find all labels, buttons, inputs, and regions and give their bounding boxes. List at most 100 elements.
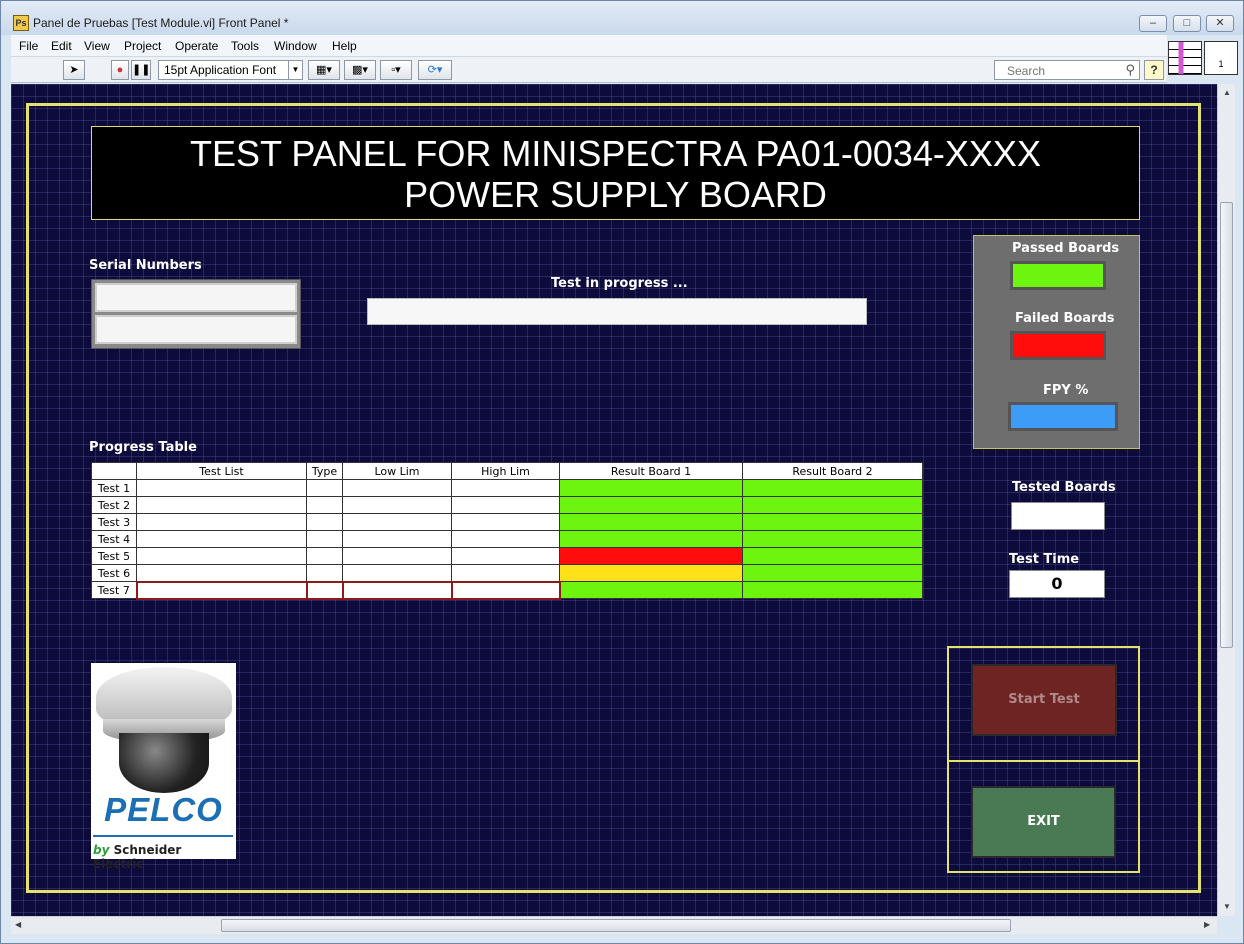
row-header: Test 3 [91, 513, 137, 531]
start-test-button[interactable]: Start Test [971, 664, 1117, 736]
table-cell[interactable] [135, 580, 308, 600]
result-cell [742, 547, 923, 565]
menu-file[interactable]: File [19, 39, 38, 53]
table-cell[interactable] [342, 479, 452, 497]
table-cell[interactable] [342, 513, 452, 531]
fpy-indicator [1008, 402, 1118, 431]
exit-button[interactable]: EXIT [971, 786, 1116, 858]
scroll-left-icon[interactable]: ◀ [15, 920, 21, 929]
scroll-right-icon[interactable]: ▶ [1204, 920, 1210, 929]
reorder-icon[interactable]: ⟳▾ [418, 60, 452, 80]
table-cell[interactable] [451, 479, 560, 497]
scroll-down-icon[interactable]: ▼ [1223, 902, 1231, 911]
title-bar[interactable]: Ps Panel de Pruebas [Test Module.vi] Fro… [1, 1, 1243, 35]
table-cell[interactable] [306, 547, 343, 565]
pelco-brand: PELCO [104, 791, 223, 828]
table-cell[interactable] [306, 479, 343, 497]
table-cell[interactable] [451, 496, 560, 514]
table-row[interactable]: Test 2 [91, 496, 923, 514]
pelco-logo: PELCO by Schneider Electric [91, 663, 236, 871]
table-row[interactable]: Test 5 [91, 547, 923, 565]
vertical-scroll-thumb[interactable] [1220, 202, 1233, 648]
page-title: TEST PANEL FOR MINISPECTRA PA01-0034-XXX… [91, 126, 1140, 220]
menu-window[interactable]: Window [274, 39, 317, 53]
menu-project[interactable]: Project [124, 39, 161, 53]
table-cell[interactable] [342, 547, 452, 565]
tested-boards-indicator [1011, 502, 1105, 530]
fpy-label: FPY % [1043, 383, 1089, 398]
menu-bar: File Edit View Project Operate Tools Win… [11, 35, 1167, 57]
table-cell[interactable] [342, 564, 452, 582]
table-row[interactable]: Test 4 [91, 530, 923, 548]
table-cell[interactable] [451, 530, 560, 548]
row-header: Test 6 [91, 564, 137, 582]
table-row[interactable]: Test 1 [91, 479, 923, 497]
table-cell[interactable] [451, 564, 560, 582]
table-row[interactable]: Test 3 [91, 513, 923, 531]
table-cell[interactable] [306, 530, 343, 548]
table-cell[interactable] [136, 479, 307, 497]
vi-icon[interactable]: 1 [1204, 41, 1238, 75]
context-help-button[interactable]: ? [1144, 60, 1164, 80]
table-row[interactable]: Test 6 [91, 564, 923, 582]
scroll-up-icon[interactable]: ▲ [1223, 88, 1231, 97]
serial-number-field-1[interactable] [95, 283, 297, 312]
result-cell [559, 564, 743, 582]
font-select[interactable]: 15pt Application Font ▼ [158, 60, 303, 80]
search-box[interactable]: ⚲ [994, 60, 1140, 80]
column-header-result-board-2: Result Board 2 [742, 462, 923, 480]
connector-pane-icon[interactable] [1168, 41, 1202, 75]
progress-table[interactable]: Test List Type Low Lim High Lim Result B… [91, 462, 923, 600]
close-button[interactable]: ✕ [1206, 15, 1234, 32]
toolbar: ➤ ● ❚❚ 15pt Application Font ▼ ▦▾ ▩▾ ▫▾ … [11, 57, 1167, 83]
align-objects-icon[interactable]: ▦▾ [308, 60, 340, 80]
table-cell[interactable] [136, 564, 307, 582]
table-header-row: Test List Type Low Lim High Lim Result B… [91, 462, 923, 480]
table-cell[interactable] [341, 580, 453, 600]
run-arrow-icon[interactable]: ➤ [63, 60, 85, 80]
horizontal-scrollbar[interactable]: ◀ ▶ [11, 916, 1217, 934]
result-cell [742, 530, 923, 548]
result-cell [559, 496, 743, 514]
maximize-button[interactable]: □ [1173, 15, 1201, 32]
table-cell[interactable] [450, 580, 561, 600]
table-cell[interactable] [136, 513, 307, 531]
resize-objects-icon[interactable]: ▫▾ [380, 60, 412, 80]
table-cell[interactable] [306, 564, 343, 582]
minimize-button[interactable]: – [1139, 15, 1167, 32]
search-input[interactable] [1007, 63, 1117, 78]
table-cell[interactable] [451, 547, 560, 565]
vertical-scrollbar[interactable]: ▲ ▼ [1217, 84, 1235, 916]
result-cell [559, 530, 743, 548]
menu-tools[interactable]: Tools [231, 39, 259, 53]
table-cell[interactable] [136, 530, 307, 548]
menu-view[interactable]: View [84, 39, 110, 53]
front-panel: TEST PANEL FOR MINISPECTRA PA01-0034-XXX… [11, 84, 1217, 916]
distribute-objects-icon[interactable]: ▩▾ [344, 60, 376, 80]
passed-boards-indicator [1010, 261, 1106, 290]
window-title: Panel de Pruebas [Test Module.vi] Front … [33, 16, 289, 30]
serial-number-field-2[interactable] [95, 315, 297, 344]
table-cell[interactable] [136, 496, 307, 514]
search-icon[interactable]: ⚲ [1125, 62, 1135, 78]
horizontal-scroll-thumb[interactable] [221, 919, 1011, 932]
menu-help[interactable]: Help [332, 39, 357, 53]
result-cell [742, 513, 923, 531]
table-cell[interactable] [306, 496, 343, 514]
table-cell[interactable] [342, 496, 452, 514]
failed-boards-indicator [1010, 331, 1106, 360]
table-cell[interactable] [136, 547, 307, 565]
abort-icon[interactable]: ● [111, 60, 129, 80]
table-cell[interactable] [305, 580, 344, 600]
menu-operate[interactable]: Operate [175, 39, 218, 53]
column-header-type: Type [306, 462, 343, 480]
pause-icon[interactable]: ❚❚ [131, 60, 151, 80]
menu-edit[interactable]: Edit [51, 39, 72, 53]
table-cell[interactable] [342, 530, 452, 548]
table-cell[interactable] [451, 513, 560, 531]
labview-window: Ps Panel de Pruebas [Test Module.vi] Fro… [0, 0, 1244, 944]
row-header: Test 1 [91, 479, 137, 497]
table-cell[interactable] [306, 513, 343, 531]
table-row[interactable]: Test 7 [91, 580, 923, 600]
result-cell [742, 581, 923, 599]
